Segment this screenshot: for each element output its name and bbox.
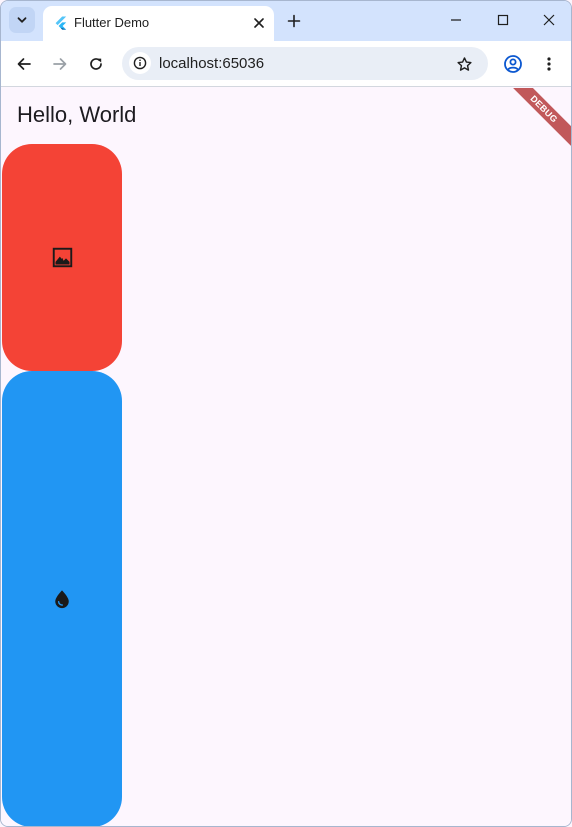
reload-icon xyxy=(90,58,102,70)
profile-button[interactable] xyxy=(501,52,525,76)
arrow-left-icon xyxy=(17,58,31,70)
address-bar[interactable]: localhost:65036 xyxy=(122,47,488,80)
close-icon xyxy=(543,14,555,26)
flutter-page: Hello, World DEBUG xyxy=(1,88,571,826)
close-icon xyxy=(254,18,264,28)
tab-search-button[interactable] xyxy=(9,7,35,33)
tab-title: Flutter Demo xyxy=(74,15,150,30)
water-drop-icon xyxy=(55,590,69,609)
site-info-button[interactable] xyxy=(129,52,151,74)
star-icon xyxy=(456,56,472,71)
more-vert-icon xyxy=(547,57,551,71)
minimize-button[interactable] xyxy=(445,9,467,31)
plus-icon xyxy=(287,14,301,28)
debug-banner: DEBUG xyxy=(500,88,571,153)
maximize-button[interactable] xyxy=(492,9,514,31)
url-text[interactable]: localhost:65036 xyxy=(159,55,264,72)
minimize-icon xyxy=(451,19,461,21)
forward-button[interactable] xyxy=(48,52,72,76)
back-button[interactable] xyxy=(12,52,36,76)
blue-card xyxy=(2,371,122,826)
image-icon xyxy=(52,247,72,268)
chevron-down-icon xyxy=(17,17,27,23)
tab-flutter-demo[interactable]: Flutter Demo xyxy=(43,6,274,41)
browser-toolbar: localhost:65036 xyxy=(1,41,571,87)
new-tab-button[interactable] xyxy=(284,11,304,31)
browser-menu-button[interactable] xyxy=(537,52,561,76)
tab-strip: Flutter Demo xyxy=(1,1,571,41)
arrow-right-icon xyxy=(53,58,67,70)
info-icon xyxy=(133,56,147,70)
page-title: Hello, World xyxy=(17,102,137,127)
close-window-button[interactable] xyxy=(538,9,560,31)
flutter-logo-icon xyxy=(55,16,67,30)
tab-close-button[interactable] xyxy=(250,14,268,32)
browser-window: Flutter Demo localhost:65036 Hello, Worl… xyxy=(0,0,572,827)
account-icon xyxy=(504,55,522,73)
reload-button[interactable] xyxy=(84,52,108,76)
bookmark-button[interactable] xyxy=(453,53,475,75)
maximize-icon xyxy=(497,14,509,26)
red-card xyxy=(2,144,122,371)
